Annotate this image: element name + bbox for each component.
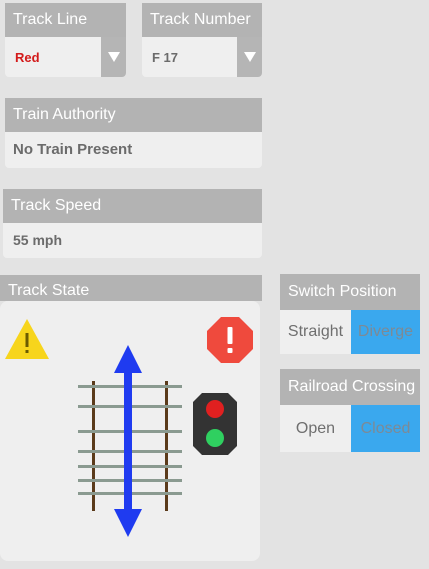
- track-state-label: Track State: [8, 282, 90, 299]
- track-number-header: Track Number: [142, 3, 262, 37]
- track-line-value: Red: [15, 50, 40, 65]
- track-line-select[interactable]: Red: [5, 37, 126, 77]
- switch-position-header: Switch Position: [280, 274, 420, 310]
- traffic-signal-icon: [193, 393, 237, 455]
- crossing-closed-label: Closed: [360, 419, 411, 437]
- track-state-header: Track State: [0, 275, 262, 301]
- track-number-label: Track Number: [150, 11, 251, 28]
- train-authority-panel: No Train Present: [5, 132, 262, 168]
- train-authority-header: Train Authority: [5, 98, 262, 132]
- train-authority-value: No Train Present: [13, 141, 133, 158]
- switch-position-label: Switch Position: [288, 283, 397, 300]
- track-speed-label: Track Speed: [11, 197, 102, 214]
- train-authority-label: Train Authority: [13, 106, 116, 123]
- chevron-down-icon[interactable]: [101, 37, 126, 77]
- track-speed-header: Track Speed: [3, 189, 262, 223]
- railroad-crossing-toggle: Open Closed: [280, 405, 420, 452]
- crossing-open-option[interactable]: Open: [280, 405, 351, 452]
- switch-position-toggle: Straight Diverge: [280, 310, 420, 354]
- crossing-closed-option[interactable]: Closed: [351, 405, 420, 452]
- chevron-down-icon[interactable]: [237, 37, 262, 77]
- switch-diverge-label: Diverge: [357, 323, 414, 340]
- stop-alert-icon: [207, 317, 253, 363]
- track-line-header: Track Line: [5, 3, 126, 37]
- warning-triangle-icon: [5, 319, 49, 359]
- track-state-panel: [0, 301, 260, 561]
- switch-diverge-option[interactable]: Diverge: [351, 310, 420, 354]
- railroad-crossing-label: Railroad Crossing: [288, 378, 416, 395]
- track-speed-value: 55 mph: [13, 232, 63, 248]
- switch-straight-option[interactable]: Straight: [280, 310, 351, 354]
- track-speed-panel: 55 mph: [3, 223, 262, 258]
- track-number-value: F 17: [152, 50, 179, 65]
- track-number-select[interactable]: F 17: [142, 37, 262, 77]
- track-diagram: [78, 345, 182, 537]
- track-line-label: Track Line: [13, 11, 88, 28]
- switch-straight-label: Straight: [287, 323, 344, 340]
- railroad-crossing-header: Railroad Crossing: [280, 369, 420, 405]
- crossing-open-label: Open: [295, 419, 336, 437]
